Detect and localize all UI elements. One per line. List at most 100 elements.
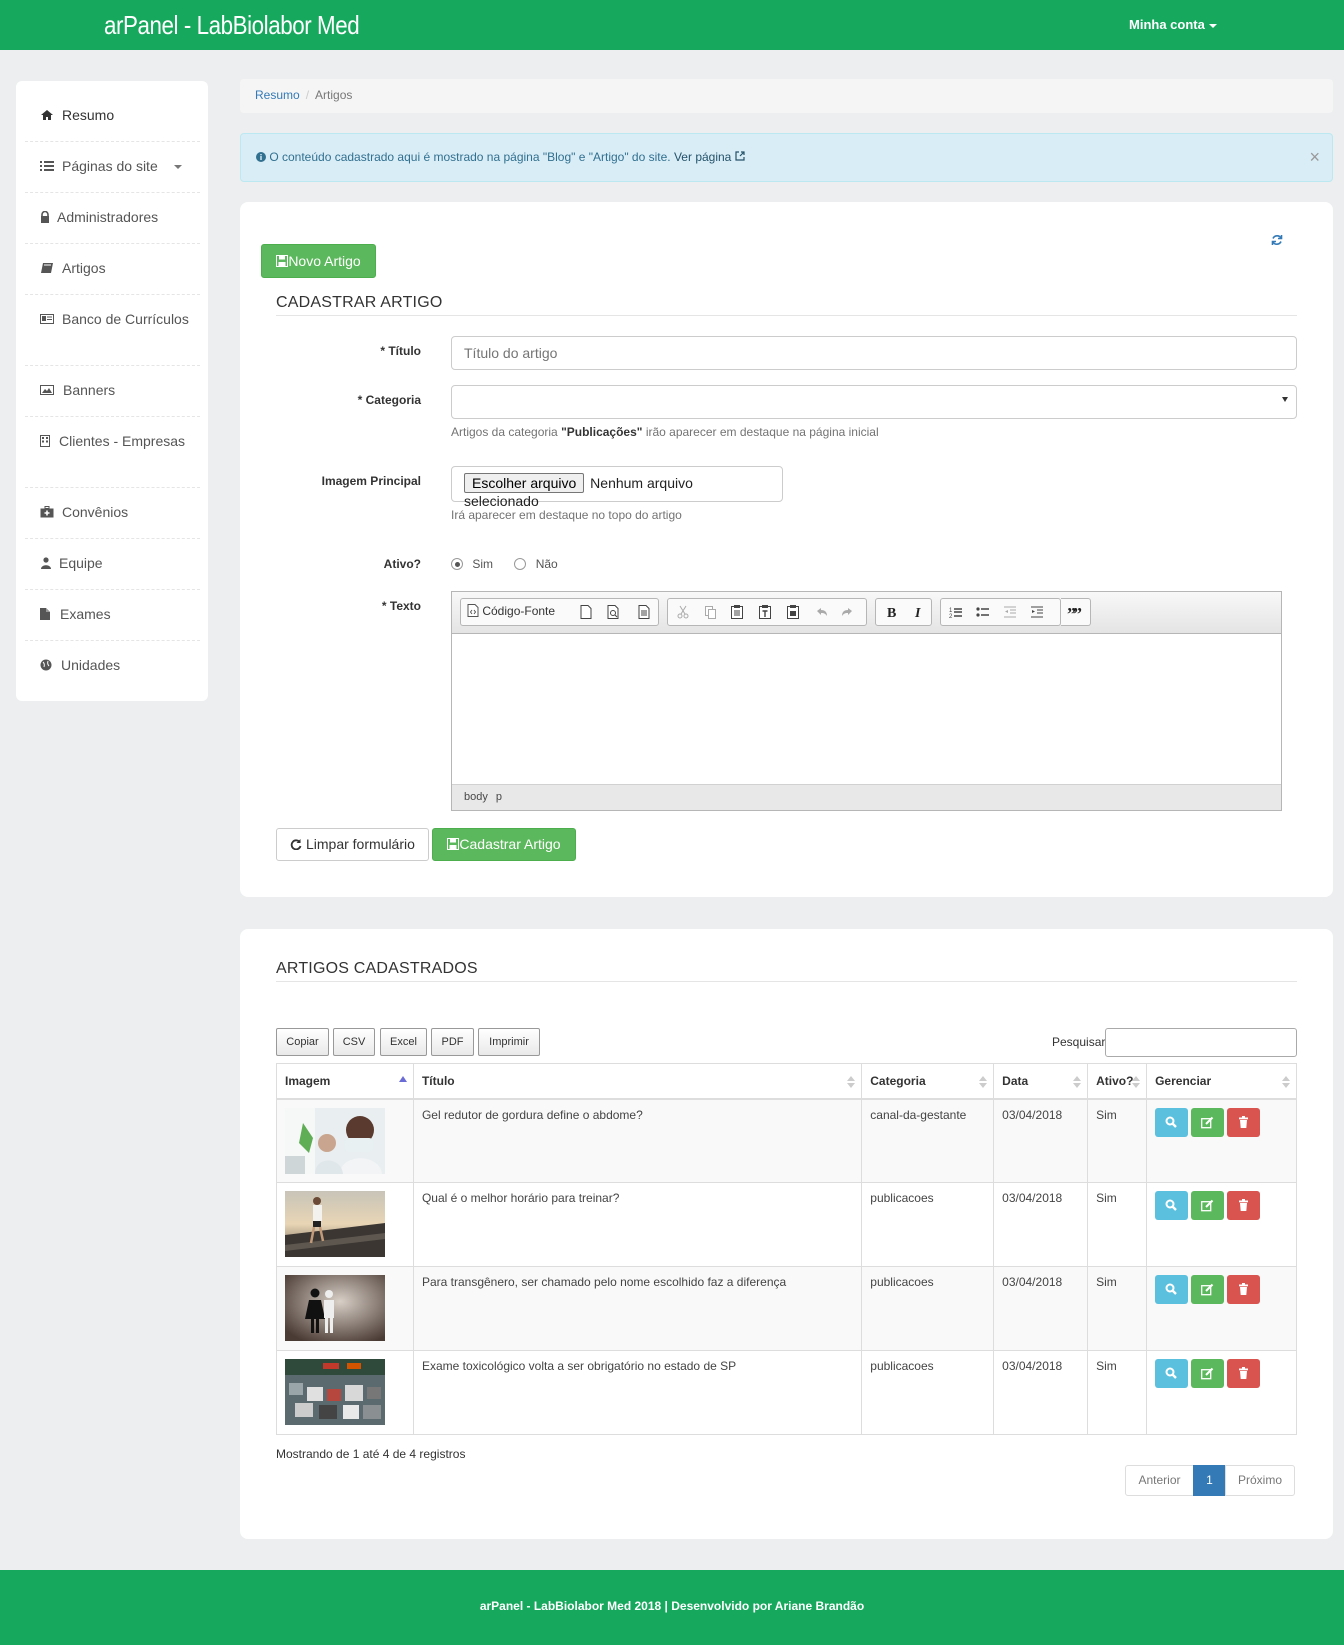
sidebar-item-equipe[interactable]: Equipe [40,553,215,573]
pagination-next[interactable]: Próximo [1225,1465,1295,1496]
breadcrumb-home-link[interactable]: Resumo [255,88,300,102]
element-path-body[interactable]: body [464,791,488,803]
paste-word-icon[interactable] [782,603,804,621]
print-button[interactable]: Imprimir [478,1028,540,1056]
image-icon [40,385,54,395]
categoria-help-pre: Artigos da categoria [451,425,562,439]
sidebar-item-paginas[interactable]: Páginas do site [40,156,215,176]
delete-button[interactable] [1227,1359,1261,1388]
column-header-imagem[interactable]: Imagem [276,1063,414,1100]
editor-toolbar: Código-Fonte B I 12 ”” [452,592,1281,634]
italic-icon[interactable]: I [907,603,929,621]
cell-imagem [276,1098,414,1183]
brand-title[interactable]: arPanel - LabBiolabor Med [104,10,360,41]
sidebar-item-exames[interactable]: Exames [40,604,215,624]
ativo-sim-radio[interactable] [451,558,463,570]
sidebar-item-clientes[interactable]: Clientes - Empresas [40,431,190,451]
sidebar-item-label: Clientes - Empresas [59,433,186,449]
edit-icon [1201,1367,1214,1380]
element-path-p[interactable]: p [496,791,502,803]
submit-article-button[interactable]: Cadastrar Artigo [432,828,576,861]
column-header-categoria[interactable]: Categoria [861,1063,995,1100]
bold-icon[interactable]: B [880,603,902,621]
trash-icon [1239,1115,1249,1128]
trash-icon [1239,1367,1249,1379]
undo-icon[interactable] [810,603,832,621]
sidebar-item-convenios[interactable]: Convênios [40,502,215,522]
choose-file-button[interactable]: Escolher arquivo [464,473,585,493]
svg-text:”: ” [1073,604,1082,621]
lock-icon [41,211,49,223]
article-thumbnail [285,1191,385,1257]
divider [25,192,200,193]
column-header-gerenciar[interactable]: Gerenciar [1146,1063,1297,1100]
close-alert-button[interactable]: × [1309,147,1320,168]
source-code-label: Código-Fonte [482,604,556,618]
sidebar-item-banners[interactable]: Banners [40,380,215,400]
ativo-nao-radio[interactable] [514,558,527,570]
export-csv-button[interactable]: CSV [333,1028,375,1056]
clear-form-button[interactable]: Limpar formulário [276,828,429,861]
column-header-titulo[interactable]: Título [412,1063,863,1100]
account-menu[interactable]: Minha conta [1129,17,1217,32]
edit-button[interactable] [1191,1359,1225,1388]
export-pdf-button[interactable]: PDF [431,1028,474,1056]
view-button[interactable] [1155,1359,1189,1388]
view-button[interactable] [1155,1191,1189,1220]
edit-button[interactable] [1191,1191,1225,1220]
delete-button[interactable] [1227,1275,1261,1304]
cell-categoria: canal-da-gestante [861,1098,995,1183]
view-button[interactable] [1155,1107,1189,1137]
cell-titulo: Gel redutor de gordura define o abdome? [412,1098,863,1183]
categoria-select[interactable] [451,385,1297,419]
edit-button[interactable] [1191,1107,1225,1137]
bulleted-list-icon[interactable] [972,603,994,621]
sidebar-item-artigos[interactable]: Artigos [40,258,215,278]
sidebar-item-administradores[interactable]: Administradores [40,207,215,227]
numbered-list-icon[interactable]: 12 [945,603,967,621]
sidebar-item-curriculos[interactable]: Banco de Currículos [40,309,190,329]
sort-icon [847,1076,856,1088]
export-excel-button[interactable]: Excel [380,1028,427,1056]
cell-data: 03/04/2018 [993,1098,1089,1183]
new-page-icon[interactable] [575,603,597,621]
divider [25,487,200,488]
pagination-page-1[interactable]: 1 [1193,1465,1226,1496]
delete-button[interactable] [1227,1191,1261,1220]
edit-button[interactable] [1191,1275,1225,1304]
indent-icon[interactable] [1026,603,1048,621]
titulo-input[interactable] [451,336,1297,370]
footer-text: arPanel - LabBiolabor Med 2018 | Desenvo… [479,1599,865,1613]
export-copy-button[interactable]: Copiar [276,1028,329,1056]
editor-content-area[interactable] [452,634,1281,784]
file-icon [40,608,50,620]
ativo-radio-group: Sim Não [451,557,558,571]
preview-icon[interactable] [602,603,624,621]
new-article-button[interactable]: Novo Artigo [261,244,376,278]
source-code-button[interactable]: Código-Fonte [467,604,555,618]
edit-icon [1201,1283,1214,1296]
sidebar-item-resumo[interactable]: Resumo [40,105,215,125]
delete-button[interactable] [1227,1107,1261,1137]
template-icon[interactable] [633,603,655,621]
cut-icon[interactable] [672,603,694,621]
column-header-data[interactable]: Data [993,1063,1089,1100]
sidebar-item-unidades[interactable]: Unidades [40,655,215,675]
image-file-input[interactable]: Escolher arquivo Nenhum arquivo selecion… [451,466,783,509]
copy-icon[interactable] [699,603,721,621]
sort-icon [1073,1076,1082,1088]
blockquote-icon[interactable]: ”” [1064,603,1086,621]
view-page-link[interactable]: Ver página [674,150,745,164]
view-button[interactable] [1155,1275,1189,1304]
paste-icon[interactable] [726,603,748,621]
refresh-icon[interactable] [1271,234,1283,246]
table-search-input[interactable] [1105,1028,1297,1057]
pagination-previous[interactable]: Anterior [1125,1465,1194,1496]
paste-text-icon[interactable] [754,603,776,621]
search-icon [1165,1199,1177,1211]
search-label: Pesquisar [1052,1035,1106,1049]
redo-icon[interactable] [837,603,859,621]
cell-categoria: publicacoes [861,1182,995,1267]
column-header-ativo[interactable]: Ativo? [1087,1063,1148,1100]
outdent-icon[interactable] [999,603,1021,621]
